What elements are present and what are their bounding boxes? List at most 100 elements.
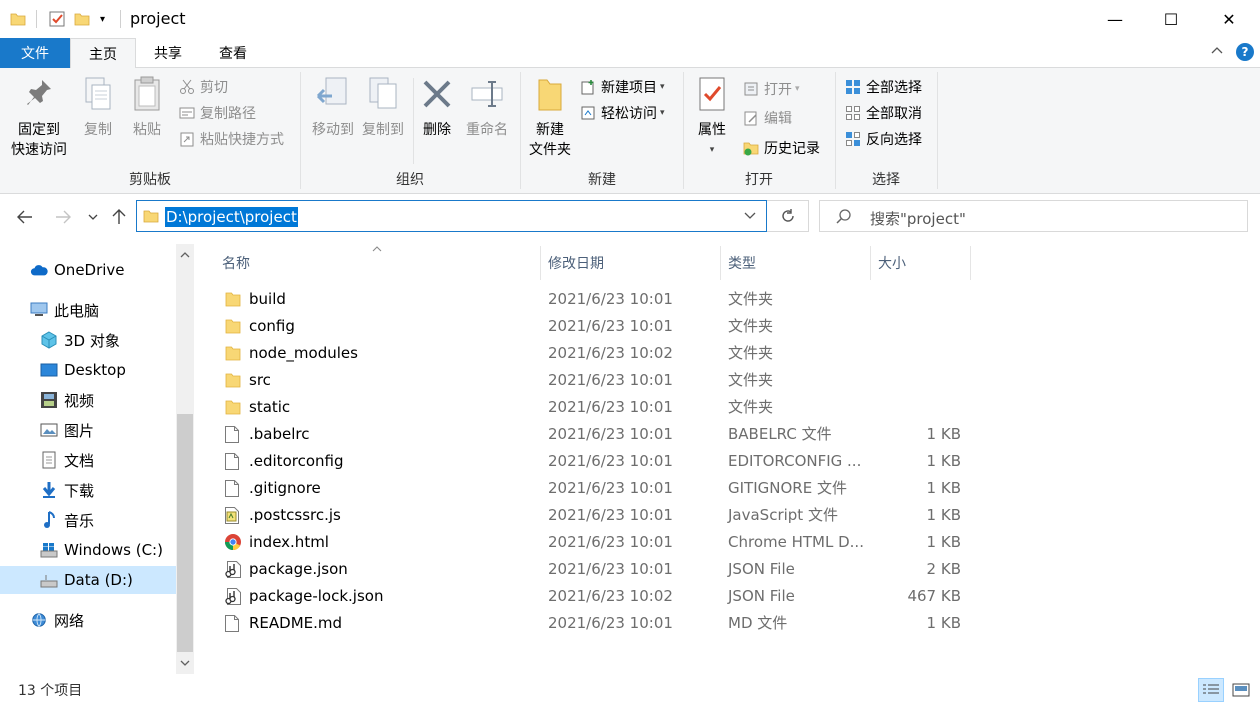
column-header-name[interactable]: 名称 bbox=[222, 246, 250, 280]
invert-selection-button[interactable]: 反向选择 bbox=[844, 128, 922, 150]
back-arrow-icon[interactable] bbox=[14, 206, 36, 228]
copy-path-button[interactable]: 复制路径 bbox=[178, 102, 256, 124]
tab-file[interactable]: 文件 bbox=[0, 38, 70, 68]
organize-group: 移动到 复制到 删除 重命名 组织 bbox=[301, 68, 519, 194]
file-row[interactable]: build 2021/6/23 10:01 文件夹 bbox=[220, 286, 980, 313]
nav-item-this-pc[interactable]: 此电脑 bbox=[30, 296, 99, 324]
easy-access-button[interactable]: 轻松访问 ▾ bbox=[579, 102, 665, 124]
large-icons-view-button[interactable] bbox=[1228, 678, 1254, 702]
file-row[interactable]: config 2021/6/23 10:01 文件夹 bbox=[220, 313, 980, 340]
new-folder-button[interactable]: 新建 文件夹 bbox=[525, 74, 575, 160]
file-row[interactable]: static 2021/6/23 10:01 文件夹 bbox=[220, 394, 980, 421]
file-name: build bbox=[249, 290, 286, 308]
copy-to-button[interactable]: 复制到 bbox=[355, 74, 411, 140]
easy-access-icon bbox=[579, 104, 597, 122]
file-row[interactable]: .editorconfig 2021/6/23 10:01 EDITORCONFIG… bbox=[220, 448, 980, 475]
paste-shortcut-button[interactable]: 粘贴快捷方式 bbox=[178, 128, 284, 150]
file-modified: 2021/6/23 10:01 bbox=[548, 533, 673, 551]
search-input[interactable]: 搜索"project" bbox=[819, 200, 1248, 232]
column-header-size[interactable]: 大小 bbox=[878, 246, 906, 280]
details-view-button[interactable] bbox=[1198, 678, 1224, 702]
recent-locations-chevron-icon[interactable] bbox=[82, 206, 104, 228]
forward-arrow-icon[interactable] bbox=[52, 206, 74, 228]
file-size bbox=[881, 394, 961, 421]
file-size: 1 KB bbox=[926, 479, 961, 497]
address-history-chevron-icon[interactable] bbox=[744, 209, 756, 223]
up-arrow-icon[interactable] bbox=[108, 206, 130, 228]
file-row[interactable]: README.md 2021/6/23 10:01 MD 文件 1 KB bbox=[220, 610, 980, 637]
properties-quick-icon[interactable] bbox=[48, 10, 66, 28]
nav-label-network: 网络 bbox=[54, 611, 85, 630]
file-type: 文件夹 bbox=[728, 290, 774, 308]
select-all-button[interactable]: 全部选择 bbox=[844, 76, 922, 98]
nav-item-music[interactable]: 音乐 bbox=[40, 506, 94, 534]
file-modified: 2021/6/23 10:01 bbox=[548, 452, 673, 470]
new-folder-quick-icon[interactable] bbox=[74, 10, 90, 28]
nav-item-data-d[interactable]: Data (D:) bbox=[0, 566, 176, 594]
easy-access-label: 轻松访问 bbox=[601, 106, 657, 122]
file-row[interactable]: .gitignore 2021/6/23 10:01 GITIGNORE 文件 1 K… bbox=[220, 475, 980, 502]
this-pc-icon bbox=[30, 301, 48, 319]
refresh-button[interactable] bbox=[767, 200, 809, 232]
open-button[interactable]: 打开 ▾ bbox=[742, 78, 800, 100]
nav-item-documents[interactable]: 文档 bbox=[40, 446, 94, 474]
nav-item-3d-objects[interactable]: 3D 对象 bbox=[40, 326, 120, 354]
scroll-up-arrow-icon[interactable] bbox=[176, 246, 194, 264]
nav-scrollbar[interactable] bbox=[176, 244, 194, 674]
rename-icon bbox=[469, 74, 505, 114]
nav-item-network[interactable]: 网络 bbox=[30, 606, 84, 634]
scroll-down-arrow-icon[interactable] bbox=[176, 654, 194, 672]
maximize-button[interactable]: ☐ bbox=[1142, 0, 1200, 38]
nav-item-downloads[interactable]: 下载 bbox=[40, 476, 94, 504]
file-row[interactable]: index.html 2021/6/23 10:01 Chrome HTML D..… bbox=[220, 529, 980, 556]
new-item-button[interactable]: 新建项目 ▾ bbox=[579, 76, 665, 98]
ribbon: 固定到 快速访问 复制 粘贴 剪切 复制路径 粘贴快捷方式 剪贴板 移动到 复制… bbox=[0, 68, 1260, 194]
address-bar[interactable]: D:\project\project bbox=[136, 200, 767, 232]
file-row[interactable]: .babelrc 2021/6/23 10:01 BABELRC 文件 1 KB bbox=[220, 421, 980, 448]
file-name: index.html bbox=[249, 533, 329, 551]
delete-button[interactable]: 删除 bbox=[417, 74, 457, 140]
copy-button[interactable]: 复制 bbox=[76, 74, 120, 140]
tab-home[interactable]: 主页 bbox=[70, 38, 136, 69]
nav-item-onedrive[interactable]: OneDrive bbox=[30, 256, 125, 284]
column-header-modified[interactable]: 修改日期 bbox=[548, 246, 604, 280]
nav-item-windows-c[interactable]: Windows (C:) bbox=[40, 536, 163, 564]
cut-button[interactable]: 剪切 bbox=[178, 76, 228, 98]
file-row[interactable]: package-lock.json 2021/6/23 10:02 JSON Fil… bbox=[220, 583, 980, 610]
file-name: package-lock.json bbox=[249, 587, 384, 605]
folder-icon bbox=[224, 344, 242, 363]
move-to-button[interactable]: 移动到 bbox=[305, 74, 361, 140]
help-icon[interactable]: ? bbox=[1236, 43, 1254, 61]
file-size: 2 KB bbox=[926, 560, 961, 578]
pin-to-quick-access-button[interactable]: 固定到 快速访问 bbox=[6, 74, 72, 160]
system-drive-icon bbox=[40, 541, 58, 559]
close-button[interactable]: ✕ bbox=[1200, 0, 1258, 38]
file-type: 文件夹 bbox=[728, 317, 774, 335]
tab-share[interactable]: 共享 bbox=[136, 38, 200, 68]
paste-button[interactable]: 粘贴 bbox=[124, 74, 170, 140]
properties-button[interactable]: 属性 ▾ bbox=[690, 74, 734, 160]
file-row[interactable]: package.json 2021/6/23 10:01 JSON File 2 KB bbox=[220, 556, 980, 583]
new-folder-icon bbox=[532, 74, 568, 114]
column-header-type[interactable]: 类型 bbox=[728, 246, 756, 280]
pin-label-2: 快速访问 bbox=[11, 142, 67, 158]
nav-item-desktop[interactable]: Desktop bbox=[40, 356, 126, 384]
edit-button[interactable]: 编辑 bbox=[742, 107, 792, 129]
minimize-button[interactable]: — bbox=[1086, 0, 1144, 38]
file-row[interactable]: node_modules 2021/6/23 10:02 文件夹 bbox=[220, 340, 980, 367]
select-none-button[interactable]: 全部取消 bbox=[844, 102, 922, 124]
address-path[interactable]: D:\project\project bbox=[165, 207, 298, 227]
history-button[interactable]: 历史记录 bbox=[742, 137, 820, 159]
tab-view[interactable]: 查看 bbox=[200, 38, 266, 68]
file-row[interactable]: .postcssrc.js 2021/6/23 10:01 JavaScript 文… bbox=[220, 502, 980, 529]
open-label: 打开 bbox=[764, 82, 792, 98]
nav-scrollbar-thumb[interactable] bbox=[177, 414, 193, 652]
select-all-icon bbox=[844, 78, 862, 96]
rename-button[interactable]: 重命名 bbox=[461, 74, 513, 140]
collapse-ribbon-icon[interactable] bbox=[1210, 44, 1224, 58]
nav-item-pictures[interactable]: 图片 bbox=[40, 416, 94, 444]
customize-quick-access-icon[interactable]: ▾ bbox=[100, 10, 105, 28]
file-row[interactable]: src 2021/6/23 10:01 文件夹 bbox=[220, 367, 980, 394]
paste-icon bbox=[129, 74, 165, 114]
nav-item-videos[interactable]: 视频 bbox=[40, 386, 94, 414]
